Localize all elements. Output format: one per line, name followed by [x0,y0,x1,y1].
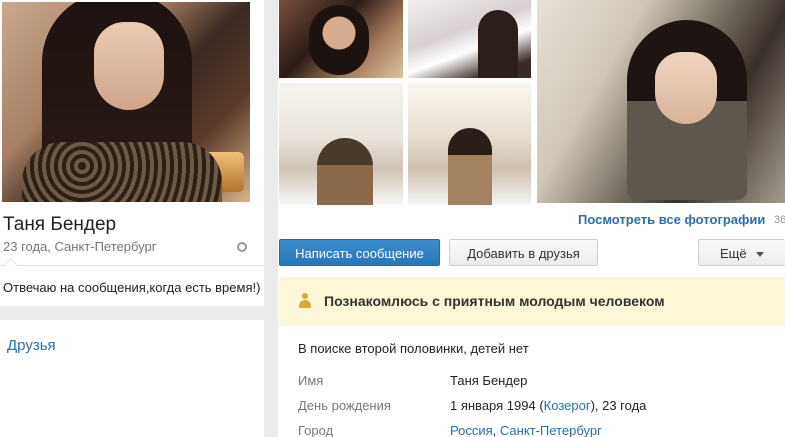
profile-page: Таня Бендер 23 года, Санкт-Петербург Отв… [0,0,785,437]
photo-thumbnail-4[interactable] [408,83,531,205]
photo-thumbnail-3[interactable] [279,83,403,205]
city-value: Россия, Санкт-Петербург [450,423,602,437]
friends-link[interactable]: Друзья [7,337,56,354]
more-actions-label: Ещё [720,246,747,261]
status-pointer [4,258,17,271]
photo-thumbnail-2[interactable] [408,0,531,78]
profile-status: Отвечаю на сообщения,когда есть время!) [3,280,261,295]
dating-status-text: Познакомлюсь с приятным молодым человеко… [324,293,665,309]
city-label: Город [298,423,334,437]
send-message-button[interactable]: Написать сообщение [279,239,440,266]
name-value: Таня Бендер [450,373,528,388]
online-status-icon [237,242,247,252]
city-separator: , [492,423,500,437]
birthday-age: ), 23 года [590,398,647,413]
city-link[interactable]: Санкт-Петербург [500,423,602,437]
photo-large[interactable] [537,0,785,203]
friends-card: Друзья [0,320,264,437]
name-label: Имя [298,373,324,388]
relationship-status: В поиске второй половинки, детей нет [298,341,529,356]
status-divider [0,265,264,266]
chevron-down-icon [756,252,764,257]
profile-name: Таня Бендер [3,214,117,235]
birthday-label: День рождения [298,398,391,413]
birthday-value: 1 января 1994 (Козерог), 23 года [450,398,646,413]
person-icon [299,293,311,308]
add-friend-button[interactable]: Добавить в друзья [449,239,598,266]
dating-status-banner: Познакомлюсь с приятным молодым человеко… [279,277,785,326]
profile-avatar[interactable] [2,2,250,202]
profile-card: Таня Бендер 23 года, Санкт-Петербург Отв… [0,0,264,306]
view-all-photos-link[interactable]: Посмотреть все фотографии [578,212,765,227]
photo-count: 36 [774,214,785,226]
more-actions-button[interactable]: Ещё [698,239,785,266]
profile-age-city: 23 года, Санкт-Петербург [3,239,157,254]
country-link[interactable]: Россия [450,423,493,437]
birthday-date: 1 января 1994 ( [450,398,544,413]
zodiac-link[interactable]: Козерог [544,398,591,413]
photo-thumbnail-1[interactable] [279,0,403,78]
